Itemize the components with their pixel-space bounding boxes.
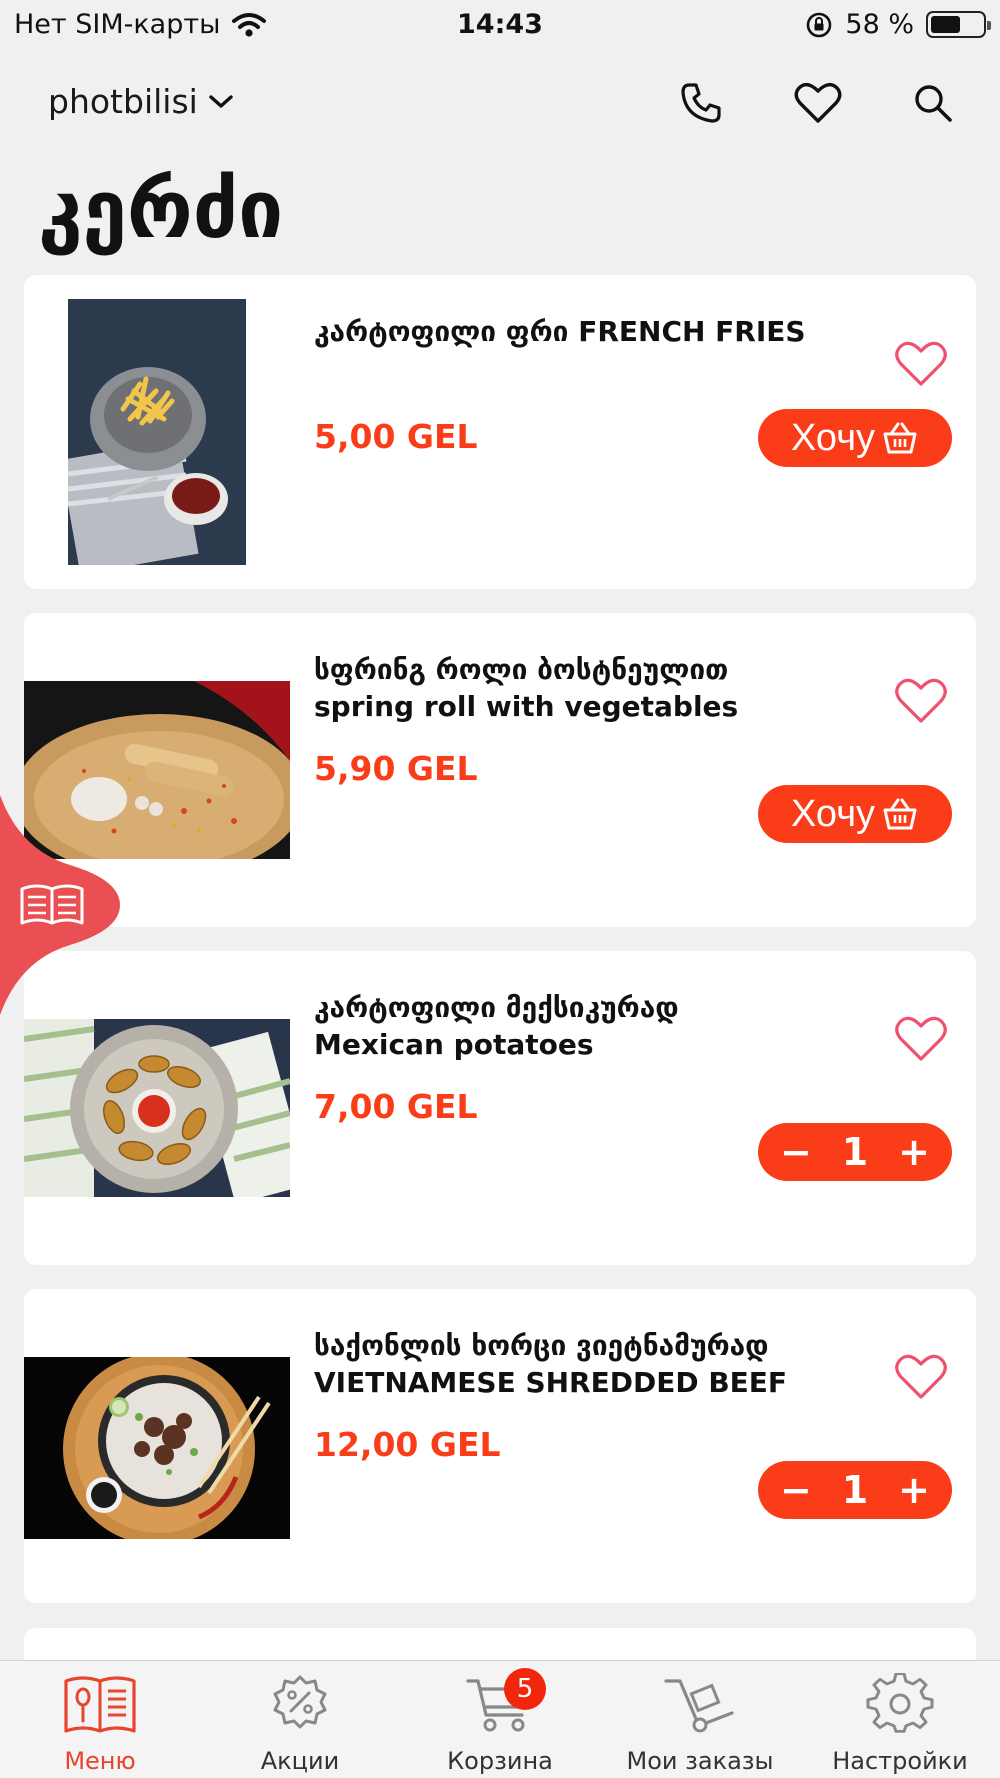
quantity-stepper[interactable]: − 1 + (758, 1123, 952, 1181)
nav-label: Мои заказы (626, 1747, 774, 1775)
want-label: Хочу (790, 416, 875, 459)
favorite-heart-icon[interactable] (894, 340, 948, 388)
minus-button[interactable]: − (780, 1468, 812, 1512)
product-name-line1: კარტოფილი ფრი FRENCH FRIES (314, 315, 806, 348)
nav-label: Акции (260, 1747, 340, 1775)
nav-label: Корзина (447, 1747, 553, 1775)
product-name[interactable]: კარტოფილი მექსიკურად Mexican potatoes (314, 989, 874, 1063)
favorites-heart-icon[interactable] (793, 78, 843, 128)
product-image[interactable] (68, 299, 246, 565)
product-name-line1: საქონლის ხორცი ვიეტნამურად (314, 1329, 769, 1362)
quantity-value: 1 (841, 1468, 869, 1512)
basket-icon (883, 422, 917, 454)
side-menu-tab[interactable] (0, 795, 125, 1015)
battery-level (931, 16, 960, 33)
product-name[interactable]: საქონლის ხორცი ვიეტნამურად VIETNAMESE SH… (314, 1327, 874, 1401)
battery-percent: 58 % (845, 9, 914, 40)
product-image[interactable] (24, 1357, 290, 1539)
product-card[interactable]: სფრინგ როლი ბოსტნეულით spring roll with … (24, 613, 976, 927)
battery-icon (926, 11, 991, 38)
orientation-lock-icon (807, 12, 832, 37)
product-name-line1: კარტოფილი მექსიკურად (314, 991, 679, 1024)
favorite-heart-icon[interactable] (894, 1353, 948, 1401)
product-name-line2: VIETNAMESE SHREDDED BEEF (314, 1366, 788, 1399)
nav-label: Настройки (832, 1747, 968, 1775)
product-card[interactable]: საქონლის ხორცი ვიეტნამურად VIETNAMESE SH… (24, 1289, 976, 1603)
favorite-heart-icon[interactable] (894, 677, 948, 725)
product-image[interactable] (24, 1019, 290, 1197)
product-price: 12,00 GEL (314, 1425, 501, 1464)
discount-gear-icon (260, 1673, 340, 1739)
bottom-navigation: Меню Акции Корзина Мои заказы Настройки (0, 1660, 1000, 1778)
status-right: 58 % (805, 9, 991, 40)
product-name-line2: spring roll with vegetables (314, 690, 739, 723)
nav-item-cart[interactable]: Корзина (400, 1661, 600, 1778)
want-label: Хочу (790, 792, 875, 835)
product-price: 7,00 GEL (314, 1087, 478, 1126)
quantity-value: 1 (841, 1130, 869, 1174)
chevron-down-icon (209, 94, 233, 108)
basket-icon (883, 798, 917, 830)
product-name[interactable]: კარტოფილი ფრი FRENCH FRIES (314, 313, 874, 350)
product-name-line1: სფრინგ როლი ბოსტნეულით (314, 653, 729, 686)
city-name: photbilisi (48, 82, 198, 121)
city-selector[interactable]: photbilisi (48, 82, 234, 121)
quantity-stepper[interactable]: − 1 + (758, 1461, 952, 1519)
nav-item-menu[interactable]: Меню (0, 1661, 200, 1778)
nav-label: Меню (64, 1747, 136, 1775)
plus-button[interactable]: + (898, 1130, 930, 1174)
favorite-heart-icon[interactable] (894, 1015, 948, 1063)
want-button[interactable]: Хочу (758, 409, 952, 467)
want-button[interactable]: Хочу (758, 785, 952, 843)
hand-truck-icon (660, 1673, 740, 1739)
minus-button[interactable]: − (780, 1130, 812, 1174)
nav-item-orders[interactable]: Мои заказы (600, 1661, 800, 1778)
settings-gear-icon (860, 1672, 940, 1739)
product-name[interactable]: სფრინგ როლი ბოსტნეულით spring roll with … (314, 651, 874, 725)
phone-icon[interactable] (676, 78, 726, 128)
plus-button[interactable]: + (898, 1468, 930, 1512)
menu-book-icon (60, 1673, 140, 1739)
product-price: 5,00 GEL (314, 417, 478, 456)
app-header: photbilisi (0, 60, 1000, 144)
product-price: 5,90 GEL (314, 749, 478, 788)
status-bar: Нет SIM-карты 14:43 58 % (0, 0, 1000, 52)
product-card[interactable]: კარტოფილი მექსიკურად Mexican potatoes 7,… (24, 951, 976, 1265)
cart-count-badge: 5 (504, 1668, 546, 1710)
search-icon[interactable] (908, 78, 958, 128)
nav-item-promotions[interactable]: Акции (200, 1661, 400, 1778)
product-name-line2: Mexican potatoes (314, 1028, 594, 1061)
page-title: კერძი (38, 163, 284, 256)
product-card[interactable]: კარტოფილი ფრი FRENCH FRIES 5,00 GEL Хочу (24, 275, 976, 589)
nav-item-settings[interactable]: Настройки (800, 1661, 1000, 1778)
